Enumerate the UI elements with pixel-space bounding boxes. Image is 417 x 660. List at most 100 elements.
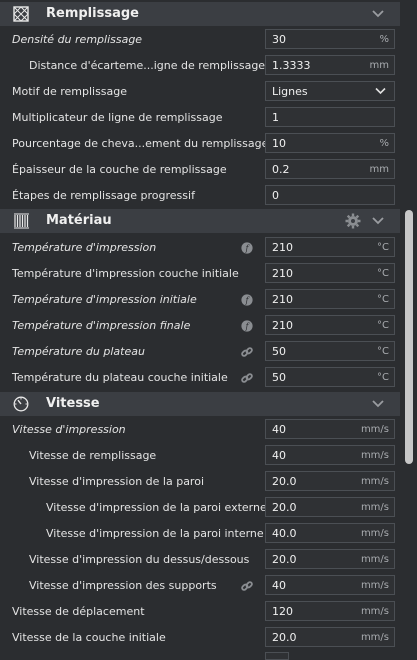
field-unit: % bbox=[379, 138, 389, 149]
field-value: 40 bbox=[272, 449, 286, 462]
setting-row-support-speed: Vitesse d'impression des supports 40 mm/… bbox=[0, 573, 400, 599]
field-value: 120 bbox=[272, 605, 293, 618]
section-header-speed[interactable]: Vitesse bbox=[0, 392, 400, 416]
field-unit: % bbox=[379, 34, 389, 45]
chevron-down-icon[interactable] bbox=[372, 9, 384, 19]
print-temperature-initial-layer-field[interactable]: 210 °C bbox=[265, 263, 395, 283]
field-value: 10 bbox=[272, 137, 286, 150]
section-header-material[interactable]: Matériau bbox=[0, 209, 400, 233]
infill-layer-thickness-field[interactable]: 0.2 mm bbox=[265, 159, 395, 179]
setting-row-infill-line-multiplier: Multiplicateur de ligne de remplissage 1 bbox=[0, 105, 400, 131]
setting-row-bed-temperature-initial-layer: Température du plateau couche initiale 5… bbox=[0, 365, 400, 391]
infill-speed-field[interactable]: 40 mm/s bbox=[265, 445, 395, 465]
field-unit: mm/s bbox=[360, 554, 389, 565]
section-title-infill: Remplissage bbox=[46, 6, 139, 21]
outer-wall-speed-field[interactable]: 20.0 mm/s bbox=[265, 497, 395, 517]
field-value: 1 bbox=[272, 111, 279, 124]
field-unit: mm/s bbox=[360, 632, 389, 643]
setting-row-infill-overlap: Pourcentage de cheva...ement du rempliss… bbox=[0, 131, 400, 157]
setting-label: Température du plateau bbox=[12, 345, 145, 358]
field-unit: mm/s bbox=[360, 580, 389, 591]
setting-label: Motif de remplissage bbox=[12, 85, 128, 98]
material-spool-icon bbox=[14, 213, 29, 229]
setting-label: Multiplicateur de ligne de remplissage bbox=[12, 111, 223, 124]
field-unit: °C bbox=[377, 294, 389, 305]
setting-label: Vitesse de remplissage bbox=[29, 449, 157, 462]
print-speed-field[interactable]: 40 mm/s bbox=[265, 419, 395, 439]
bed-temperature-initial-layer-field[interactable]: 50 °C bbox=[265, 367, 395, 387]
gradual-infill-steps-field[interactable]: 0 bbox=[265, 185, 395, 205]
speedometer-icon bbox=[13, 396, 29, 412]
infill-density-field[interactable]: 30 % bbox=[265, 29, 395, 49]
setting-row-infill-layer-thickness: Épaisseur de la couche de remplissage 0.… bbox=[0, 157, 400, 183]
field-unit: mm/s bbox=[360, 424, 389, 435]
function-icon[interactable]: f bbox=[241, 242, 253, 254]
infill-overlap-field[interactable]: 10 % bbox=[265, 133, 395, 153]
inner-wall-speed-field[interactable]: 40.0 mm/s bbox=[265, 523, 395, 543]
setting-label: Température du plateau couche initiale bbox=[12, 371, 228, 384]
field-value: 210 bbox=[272, 267, 293, 280]
setting-label: Température d'impression initiale bbox=[12, 293, 197, 306]
setting-label: Vitesse d'impression des supports bbox=[29, 579, 217, 592]
field-unit: °C bbox=[377, 372, 389, 383]
setting-label: Température d'impression finale bbox=[12, 319, 191, 332]
setting-label: Densité du remplissage bbox=[12, 33, 143, 46]
scrollbar-thumb[interactable] bbox=[405, 210, 413, 464]
setting-row-outer-wall-speed: Vitesse d'impression de la paroi externe… bbox=[0, 495, 400, 521]
setting-row-print-speed: Vitesse d'impression 40 mm/s bbox=[0, 417, 400, 443]
setting-label: Vitesse d'impression de la paroi externe bbox=[46, 501, 267, 514]
infill-line-multiplier-field[interactable]: 1 bbox=[265, 107, 395, 127]
setting-row-wall-speed: Vitesse d'impression de la paroi 20.0 mm… bbox=[0, 469, 400, 495]
bed-temperature-field[interactable]: 50 °C bbox=[265, 341, 395, 361]
section-title-material: Matériau bbox=[46, 213, 112, 228]
infill-pattern-select[interactable]: Lignes bbox=[265, 81, 395, 101]
field-value: 50 bbox=[272, 371, 286, 384]
setting-label: Étapes de remplissage progressif bbox=[12, 189, 195, 202]
chevron-down-icon[interactable] bbox=[372, 399, 384, 409]
chevron-down-icon bbox=[375, 87, 386, 95]
field-value: 210 bbox=[272, 319, 293, 332]
setting-label: Distance d'écarteme...igne de remplissag… bbox=[29, 59, 266, 72]
field-unit: mm/s bbox=[360, 606, 389, 617]
function-icon[interactable]: f bbox=[241, 294, 253, 306]
field-value: 20.0 bbox=[272, 475, 297, 488]
link-icon[interactable] bbox=[241, 372, 253, 384]
link-icon[interactable] bbox=[241, 346, 253, 358]
setting-label: Vitesse d'impression bbox=[12, 423, 126, 436]
wall-speed-field[interactable]: 20.0 mm/s bbox=[265, 471, 395, 491]
chevron-down-icon[interactable] bbox=[372, 216, 384, 226]
partial-setting-field[interactable] bbox=[265, 652, 289, 660]
setting-label: Vitesse de la couche initiale bbox=[12, 631, 166, 644]
setting-row-infill-line-distance: Distance d'écarteme...igne de remplissag… bbox=[0, 53, 400, 79]
link-icon[interactable] bbox=[241, 580, 253, 592]
setting-label: Vitesse de déplacement bbox=[12, 605, 145, 618]
gear-icon[interactable] bbox=[345, 213, 361, 229]
travel-speed-field[interactable]: 120 mm/s bbox=[265, 601, 395, 621]
top-bottom-speed-field[interactable]: 20.0 mm/s bbox=[265, 549, 395, 569]
field-value: 0 bbox=[272, 189, 279, 202]
field-value: 50 bbox=[272, 345, 286, 358]
print-temperature-field[interactable]: 210 °C bbox=[265, 237, 395, 257]
field-unit: mm/s bbox=[360, 528, 389, 539]
initial-print-temperature-field[interactable]: 210 °C bbox=[265, 289, 395, 309]
field-value: 40.0 bbox=[272, 527, 297, 540]
section-header-infill[interactable]: Remplissage bbox=[0, 2, 400, 26]
field-unit: °C bbox=[377, 242, 389, 253]
field-value: 210 bbox=[272, 241, 293, 254]
setting-label: Vitesse d'impression de la paroi bbox=[29, 475, 205, 488]
setting-row-initial-print-temperature: Température d'impression initiale f 210 … bbox=[0, 287, 400, 313]
infill-line-distance-field[interactable]: 1.3333 mm bbox=[265, 55, 395, 75]
field-unit: mm/s bbox=[360, 502, 389, 513]
field-unit: mm/s bbox=[360, 450, 389, 461]
function-icon[interactable]: f bbox=[241, 320, 253, 332]
setting-row-infill-density: Densité du remplissage 30 % bbox=[0, 27, 400, 53]
setting-row-initial-layer-speed: Vitesse de la couche initiale 20.0 mm/s bbox=[0, 625, 400, 651]
field-unit: mm bbox=[369, 164, 389, 175]
support-speed-field[interactable]: 40 mm/s bbox=[265, 575, 395, 595]
print-settings-panel: Remplissage Densité du remplissage 30 % … bbox=[0, 0, 400, 660]
setting-row-travel-speed: Vitesse de déplacement 120 mm/s bbox=[0, 599, 400, 625]
initial-layer-speed-field[interactable]: 20.0 mm/s bbox=[265, 627, 395, 647]
final-print-temperature-field[interactable]: 210 °C bbox=[265, 315, 395, 335]
setting-row-infill-pattern: Motif de remplissage Lignes bbox=[0, 79, 400, 105]
field-unit: °C bbox=[377, 320, 389, 331]
